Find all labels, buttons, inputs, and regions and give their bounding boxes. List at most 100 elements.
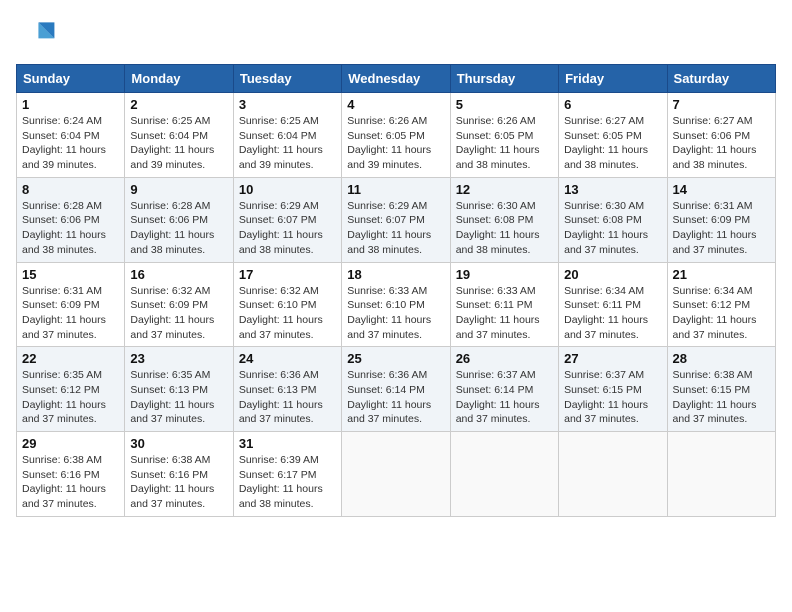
day-number: 7 [673,97,770,112]
logo-icon [16,16,56,56]
day-info: Sunrise: 6:37 AMSunset: 6:15 PMDaylight:… [564,369,648,425]
calendar-cell: 17 Sunrise: 6:32 AMSunset: 6:10 PMDaylig… [233,262,341,347]
calendar-header-friday: Friday [559,65,667,93]
day-number: 20 [564,267,661,282]
day-info: Sunrise: 6:27 AMSunset: 6:06 PMDaylight:… [673,115,757,171]
day-info: Sunrise: 6:33 AMSunset: 6:10 PMDaylight:… [347,285,431,341]
calendar-cell: 27 Sunrise: 6:37 AMSunset: 6:15 PMDaylig… [559,347,667,432]
day-info: Sunrise: 6:36 AMSunset: 6:14 PMDaylight:… [347,369,431,425]
day-number: 13 [564,182,661,197]
day-number: 12 [456,182,553,197]
calendar-cell: 11 Sunrise: 6:29 AMSunset: 6:07 PMDaylig… [342,177,450,262]
calendar-header-wednesday: Wednesday [342,65,450,93]
day-number: 19 [456,267,553,282]
day-info: Sunrise: 6:38 AMSunset: 6:15 PMDaylight:… [673,369,757,425]
calendar-cell: 2 Sunrise: 6:25 AMSunset: 6:04 PMDayligh… [125,93,233,178]
day-number: 9 [130,182,227,197]
calendar-cell: 21 Sunrise: 6:34 AMSunset: 6:12 PMDaylig… [667,262,775,347]
day-number: 31 [239,436,336,451]
calendar-cell: 1 Sunrise: 6:24 AMSunset: 6:04 PMDayligh… [17,93,125,178]
calendar-cell: 4 Sunrise: 6:26 AMSunset: 6:05 PMDayligh… [342,93,450,178]
calendar-week-row: 15 Sunrise: 6:31 AMSunset: 6:09 PMDaylig… [17,262,776,347]
day-number: 8 [22,182,119,197]
calendar-cell [559,432,667,517]
calendar-cell: 15 Sunrise: 6:31 AMSunset: 6:09 PMDaylig… [17,262,125,347]
day-info: Sunrise: 6:30 AMSunset: 6:08 PMDaylight:… [456,200,540,256]
calendar-week-row: 22 Sunrise: 6:35 AMSunset: 6:12 PMDaylig… [17,347,776,432]
calendar-cell: 25 Sunrise: 6:36 AMSunset: 6:14 PMDaylig… [342,347,450,432]
calendar-cell: 10 Sunrise: 6:29 AMSunset: 6:07 PMDaylig… [233,177,341,262]
page-header [16,16,776,56]
day-number: 24 [239,351,336,366]
calendar-cell: 9 Sunrise: 6:28 AMSunset: 6:06 PMDayligh… [125,177,233,262]
day-info: Sunrise: 6:34 AMSunset: 6:11 PMDaylight:… [564,285,648,341]
calendar-cell: 18 Sunrise: 6:33 AMSunset: 6:10 PMDaylig… [342,262,450,347]
calendar-cell: 5 Sunrise: 6:26 AMSunset: 6:05 PMDayligh… [450,93,558,178]
day-info: Sunrise: 6:26 AMSunset: 6:05 PMDaylight:… [347,115,431,171]
calendar-header-sunday: Sunday [17,65,125,93]
day-number: 17 [239,267,336,282]
day-info: Sunrise: 6:39 AMSunset: 6:17 PMDaylight:… [239,454,323,510]
day-info: Sunrise: 6:35 AMSunset: 6:13 PMDaylight:… [130,369,214,425]
day-number: 2 [130,97,227,112]
calendar-header-thursday: Thursday [450,65,558,93]
day-number: 4 [347,97,444,112]
day-number: 21 [673,267,770,282]
calendar-week-row: 1 Sunrise: 6:24 AMSunset: 6:04 PMDayligh… [17,93,776,178]
calendar-header-saturday: Saturday [667,65,775,93]
day-info: Sunrise: 6:29 AMSunset: 6:07 PMDaylight:… [347,200,431,256]
logo [16,16,58,56]
day-number: 15 [22,267,119,282]
calendar-cell: 26 Sunrise: 6:37 AMSunset: 6:14 PMDaylig… [450,347,558,432]
calendar-cell: 20 Sunrise: 6:34 AMSunset: 6:11 PMDaylig… [559,262,667,347]
day-number: 26 [456,351,553,366]
calendar-cell: 24 Sunrise: 6:36 AMSunset: 6:13 PMDaylig… [233,347,341,432]
calendar-cell [450,432,558,517]
calendar-cell: 19 Sunrise: 6:33 AMSunset: 6:11 PMDaylig… [450,262,558,347]
calendar-cell: 22 Sunrise: 6:35 AMSunset: 6:12 PMDaylig… [17,347,125,432]
day-info: Sunrise: 6:30 AMSunset: 6:08 PMDaylight:… [564,200,648,256]
calendar-cell: 23 Sunrise: 6:35 AMSunset: 6:13 PMDaylig… [125,347,233,432]
day-info: Sunrise: 6:34 AMSunset: 6:12 PMDaylight:… [673,285,757,341]
day-info: Sunrise: 6:25 AMSunset: 6:04 PMDaylight:… [130,115,214,171]
day-number: 3 [239,97,336,112]
calendar-cell: 8 Sunrise: 6:28 AMSunset: 6:06 PMDayligh… [17,177,125,262]
calendar-cell: 12 Sunrise: 6:30 AMSunset: 6:08 PMDaylig… [450,177,558,262]
day-info: Sunrise: 6:24 AMSunset: 6:04 PMDaylight:… [22,115,106,171]
calendar-header-monday: Monday [125,65,233,93]
calendar-cell: 3 Sunrise: 6:25 AMSunset: 6:04 PMDayligh… [233,93,341,178]
day-info: Sunrise: 6:26 AMSunset: 6:05 PMDaylight:… [456,115,540,171]
day-info: Sunrise: 6:38 AMSunset: 6:16 PMDaylight:… [22,454,106,510]
calendar-cell: 7 Sunrise: 6:27 AMSunset: 6:06 PMDayligh… [667,93,775,178]
calendar-table: SundayMondayTuesdayWednesdayThursdayFrid… [16,64,776,517]
day-info: Sunrise: 6:27 AMSunset: 6:05 PMDaylight:… [564,115,648,171]
day-number: 25 [347,351,444,366]
day-number: 16 [130,267,227,282]
calendar-header-tuesday: Tuesday [233,65,341,93]
calendar-cell: 14 Sunrise: 6:31 AMSunset: 6:09 PMDaylig… [667,177,775,262]
day-info: Sunrise: 6:25 AMSunset: 6:04 PMDaylight:… [239,115,323,171]
calendar-cell: 16 Sunrise: 6:32 AMSunset: 6:09 PMDaylig… [125,262,233,347]
day-number: 11 [347,182,444,197]
calendar-cell: 28 Sunrise: 6:38 AMSunset: 6:15 PMDaylig… [667,347,775,432]
day-info: Sunrise: 6:33 AMSunset: 6:11 PMDaylight:… [456,285,540,341]
day-number: 29 [22,436,119,451]
day-info: Sunrise: 6:29 AMSunset: 6:07 PMDaylight:… [239,200,323,256]
calendar-cell: 30 Sunrise: 6:38 AMSunset: 6:16 PMDaylig… [125,432,233,517]
day-info: Sunrise: 6:32 AMSunset: 6:09 PMDaylight:… [130,285,214,341]
day-number: 27 [564,351,661,366]
day-info: Sunrise: 6:31 AMSunset: 6:09 PMDaylight:… [673,200,757,256]
day-number: 22 [22,351,119,366]
day-info: Sunrise: 6:28 AMSunset: 6:06 PMDaylight:… [22,200,106,256]
day-number: 5 [456,97,553,112]
day-info: Sunrise: 6:36 AMSunset: 6:13 PMDaylight:… [239,369,323,425]
calendar-week-row: 29 Sunrise: 6:38 AMSunset: 6:16 PMDaylig… [17,432,776,517]
day-info: Sunrise: 6:37 AMSunset: 6:14 PMDaylight:… [456,369,540,425]
calendar-header-row: SundayMondayTuesdayWednesdayThursdayFrid… [17,65,776,93]
day-number: 10 [239,182,336,197]
day-info: Sunrise: 6:28 AMSunset: 6:06 PMDaylight:… [130,200,214,256]
day-number: 18 [347,267,444,282]
day-number: 6 [564,97,661,112]
calendar-cell: 29 Sunrise: 6:38 AMSunset: 6:16 PMDaylig… [17,432,125,517]
day-number: 23 [130,351,227,366]
